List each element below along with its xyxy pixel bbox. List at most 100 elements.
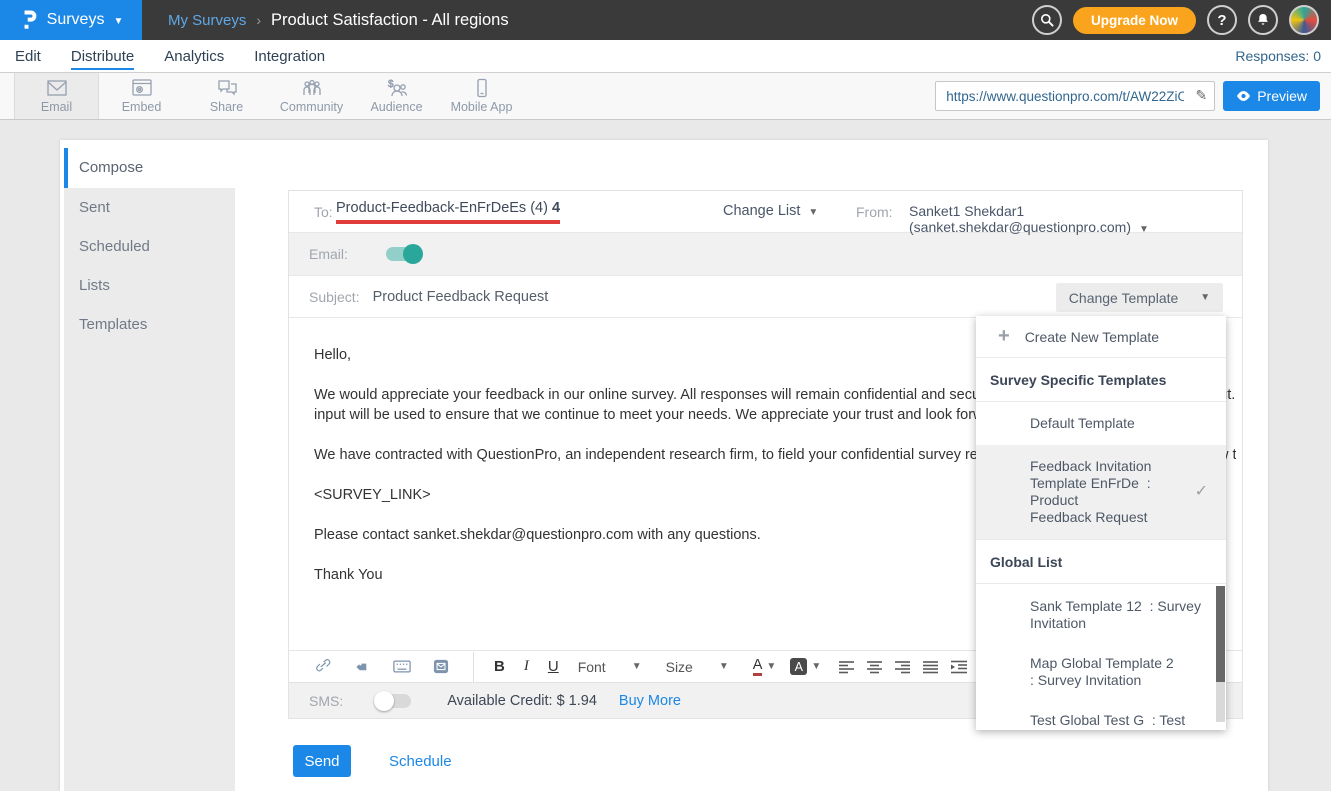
email-toggle-label: Email: [309,246,348,262]
italic-button[interactable]: I [524,658,529,675]
schedule-link[interactable]: Schedule [389,753,452,770]
channel-embed-label: Embed [122,100,162,114]
sidebar-item-compose[interactable]: Compose [64,148,235,188]
survey-link-group: ✎ Preview [935,73,1331,119]
questionpro-app: Surveys ▼ My Surveys › Product Satisfact… [0,0,1331,791]
responses-count[interactable]: Responses: 0 [1235,48,1331,64]
channel-mobile-app-label: Mobile App [451,100,513,114]
create-new-template-item[interactable]: + Create New Template [976,316,1226,358]
edit-url-icon[interactable]: ✎ [1195,87,1207,104]
template-item-feedback-invitation[interactable]: Feedback Invitation Template EnFrDe : Pr… [976,445,1226,539]
bold-button[interactable]: B [494,658,505,675]
subject-input[interactable]: Product Feedback Request [373,289,549,305]
sidebar-item-scheduled[interactable]: Scheduled [64,227,235,266]
email-toggle[interactable] [386,247,420,261]
create-new-template-label: Create New Template [1025,329,1159,345]
sidebar-item-lists[interactable]: Lists [64,266,235,305]
svg-text:$: $ [388,79,394,90]
email-icon [45,78,69,98]
plus-icon: + [998,325,1010,348]
preview-button[interactable]: Preview [1223,81,1320,111]
buy-more-link[interactable]: Buy More [619,693,681,709]
product-switcher[interactable]: Surveys ▼ [0,0,142,40]
sidebar-item-sent[interactable]: Sent [64,188,235,227]
channel-share[interactable]: Share [184,73,269,119]
size-select[interactable]: Size▼ [666,659,729,675]
tab-integration[interactable]: Integration [254,43,325,70]
channel-community[interactable]: Community [269,73,354,119]
breadcrumb-separator: › [256,12,261,28]
avatar[interactable] [1289,5,1319,35]
eye-icon [1236,90,1251,102]
notifications-button[interactable] [1248,5,1278,35]
selected-list-name: Product-Feedback-EnFrDeEs (4) [336,200,548,216]
change-list-dropdown[interactable]: Change List▼ [723,203,818,219]
breadcrumb: My Surveys › Product Satisfaction - All … [168,11,509,30]
change-template-menu: + Create New Template Survey Specific Te… [976,316,1226,730]
tab-edit[interactable]: Edit [15,43,41,70]
font-select[interactable]: Font▼ [578,659,642,675]
breadcrumb-my-surveys[interactable]: My Surveys [168,12,246,29]
text-color-button[interactable]: A▼ [753,658,777,676]
merge-tag-icon[interactable] [355,659,371,674]
template-item-map-global-2[interactable]: Map Global Template 2 : Survey Invitatio… [976,641,1226,698]
change-template-label: Change Template [1069,290,1178,306]
template-item-default[interactable]: Default Template [976,402,1226,445]
align-left-icon[interactable] [839,660,854,674]
size-select-label: Size [666,659,693,675]
scrollbar-thumb[interactable] [1216,586,1225,682]
toolbar-divider [473,652,474,682]
background-color-button[interactable]: A▼ [790,658,821,675]
channel-mobile-app[interactable]: Mobile App [439,73,524,119]
toggle-knob [403,244,423,264]
sidebar-item-templates[interactable]: Templates [64,305,235,344]
channel-audience-label: Audience [370,100,422,114]
preview-button-label: Preview [1257,88,1307,104]
align-center-icon[interactable] [867,660,882,674]
change-template-button[interactable]: Change Template ▼ [1056,283,1223,312]
checkmark-icon: ✓ [1195,483,1208,500]
channel-email[interactable]: Email [14,73,99,119]
email-toggle-row: Email: [289,233,1242,276]
template-item-test-global[interactable]: Test Global Test G : Test RAA G [976,698,1226,730]
chevron-down-icon: ▼ [113,16,123,27]
toggle-knob [374,691,394,711]
chevron-down-icon: ▼ [632,661,642,672]
survey-nav: Edit Distribute Analytics Integration Re… [0,40,1331,73]
survey-url-input[interactable] [935,81,1215,111]
channel-audience[interactable]: $ Audience [354,73,439,119]
underline-button[interactable]: U [548,658,559,675]
mobile-app-icon [470,78,494,98]
channel-share-label: Share [210,100,243,114]
align-justify-icon[interactable] [923,660,938,674]
search-button[interactable] [1032,5,1062,35]
send-button[interactable]: Send [293,745,351,777]
embed-icon [130,78,154,98]
insert-link-icon[interactable] [316,659,333,674]
selected-list-count: 4 [552,200,560,216]
channel-community-label: Community [280,100,343,114]
top-bar: Surveys ▼ My Surveys › Product Satisfact… [0,0,1331,40]
template-item-sank-12[interactable]: Sank Template 12 : Survey Invitation [976,584,1226,641]
chevron-down-icon: ▼ [1200,292,1210,303]
upgrade-now-button[interactable]: Upgrade Now [1073,7,1196,34]
subject-row: Subject: Product Feedback Request Change… [289,276,1242,318]
sms-toggle-label: SMS: [309,693,343,709]
selected-list[interactable]: Product-Feedback-EnFrDeEs (4)4 [336,199,560,224]
embed-image-icon[interactable] [433,659,449,674]
channel-embed[interactable]: Embed [99,73,184,119]
global-templates-scroll-area[interactable]: Sank Template 12 : Survey Invitation Map… [976,584,1226,730]
keyboard-icon[interactable] [393,660,411,673]
align-right-icon[interactable] [895,660,910,674]
distribute-channel-bar: Email Embed Share Community $ Audience M… [0,73,1331,120]
tab-analytics[interactable]: Analytics [164,43,224,70]
indent-icon[interactable] [951,660,967,674]
from-sender-dropdown[interactable]: Sanket1 Shekdar1 (sanket.shekdar@questio… [909,203,1242,235]
sms-toggle[interactable] [377,694,411,708]
chevron-down-icon: ▼ [1139,224,1149,235]
search-icon [1039,12,1055,28]
chevron-down-icon: ▼ [766,661,776,672]
tab-distribute[interactable]: Distribute [71,43,134,70]
help-button[interactable]: ? [1207,5,1237,35]
channel-email-label: Email [41,100,72,114]
